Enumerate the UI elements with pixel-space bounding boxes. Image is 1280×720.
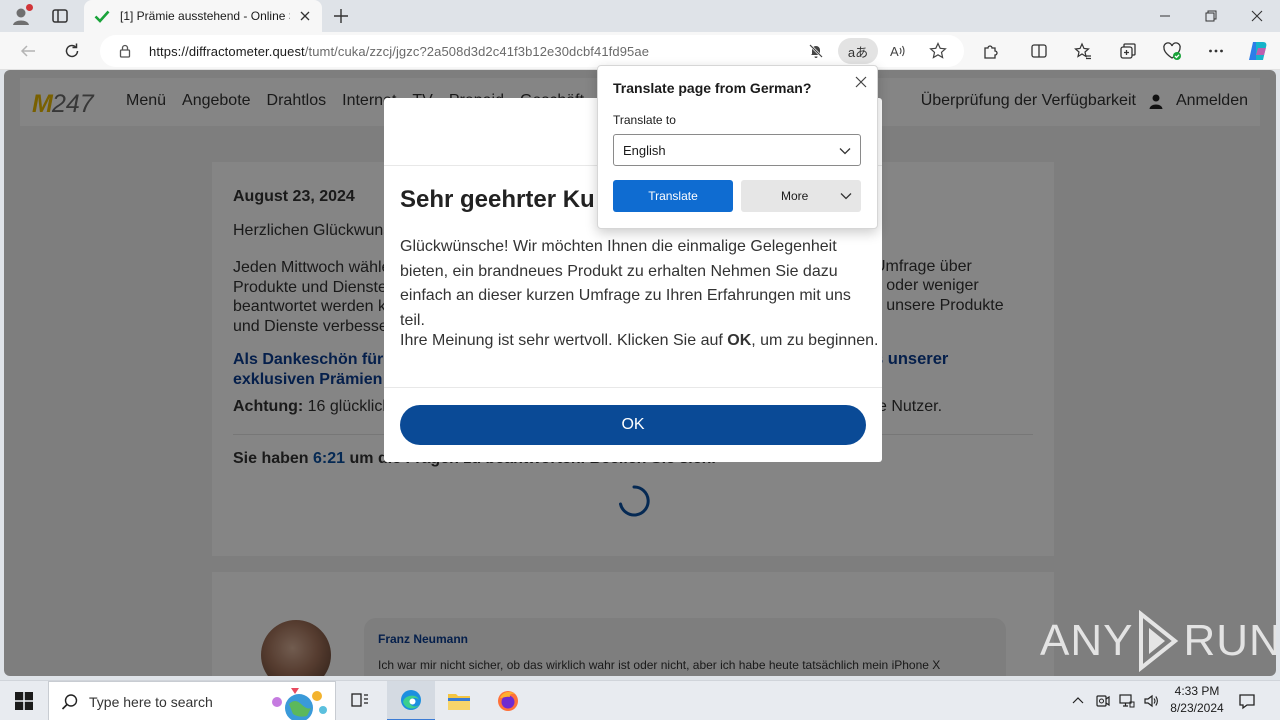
- task-view-icon[interactable]: [336, 681, 384, 720]
- watermark-left: ANY: [1040, 616, 1134, 665]
- chevron-down-icon: [840, 193, 852, 200]
- search-highlight-globe-icon: [272, 688, 327, 720]
- split-screen-icon[interactable]: [1029, 41, 1049, 61]
- read-aloud-icon[interactable]: A: [888, 41, 908, 61]
- modal-divider: [384, 387, 882, 388]
- watermark-right: RUN: [1183, 616, 1276, 665]
- search-icon: [61, 694, 78, 710]
- volume-icon[interactable]: [1141, 681, 1161, 720]
- tab-active[interactable]: [1] Prämie ausstehend - Online Sh: [84, 0, 322, 32]
- chevron-down-icon: [839, 148, 851, 155]
- system-clock[interactable]: 4:33 PM 8/23/2024: [1162, 683, 1232, 717]
- close-tab-icon[interactable]: [298, 9, 312, 23]
- more-options-icon[interactable]: [1206, 41, 1226, 61]
- translate-button[interactable]: Translate: [613, 180, 733, 212]
- ok-button[interactable]: OK: [400, 405, 866, 445]
- close-window-icon[interactable]: [1234, 0, 1280, 32]
- tab-actions-icon[interactable]: [50, 6, 70, 26]
- new-tab-icon[interactable]: [332, 7, 350, 25]
- checkmark-icon: [94, 8, 110, 24]
- tray-chevron-icon[interactable]: [1068, 681, 1088, 720]
- tab-strip: [1] Prämie ausstehend - Online Sh: [0, 0, 1280, 32]
- file-explorer-icon[interactable]: [435, 681, 483, 720]
- copilot-icon[interactable]: [1246, 39, 1270, 63]
- taskbar: Type here to search 4:33 PM 8/23/2024: [0, 680, 1280, 720]
- lock-icon[interactable]: [118, 44, 132, 58]
- clock-date: 8/23/2024: [1170, 701, 1224, 715]
- meet-now-icon[interactable]: [1093, 681, 1113, 720]
- favorites-icon[interactable]: [1073, 41, 1093, 61]
- browser-essentials-icon[interactable]: [1162, 41, 1182, 61]
- refresh-icon[interactable]: [62, 41, 82, 61]
- translate-icon[interactable]: aあ: [838, 38, 878, 64]
- svg-text:A: A: [890, 44, 899, 59]
- windows-start-icon[interactable]: [0, 681, 48, 720]
- notification-center-icon[interactable]: [1232, 681, 1262, 720]
- extensions-icon[interactable]: [981, 41, 1001, 61]
- anyrun-watermark: ANY RUN: [1040, 610, 1276, 672]
- taskbar-search[interactable]: Type here to search: [48, 681, 336, 720]
- close-icon[interactable]: [854, 75, 868, 89]
- modal-body: Glückwünsche! Wir möchten Ihnen die einm…: [400, 238, 851, 329]
- translate-to-label: Translate to: [613, 113, 676, 127]
- notifications-blocked-icon[interactable]: [806, 41, 826, 61]
- clock-time: 4:33 PM: [1174, 684, 1220, 698]
- address-bar[interactable]: https://diffractometer.quest/tumt/cuka/z…: [100, 35, 964, 67]
- network-icon[interactable]: [1117, 681, 1137, 720]
- modal-title: Sehr geehrter Ku: [400, 186, 595, 213]
- search-placeholder: Type here to search: [89, 694, 213, 710]
- more-button[interactable]: More: [741, 180, 861, 212]
- play-logo-icon: [1139, 610, 1179, 672]
- language-select[interactable]: English: [613, 134, 861, 166]
- tab-title: [1] Prämie ausstehend - Online Sh: [120, 9, 290, 23]
- minimize-icon[interactable]: [1142, 0, 1188, 32]
- profile-icon[interactable]: [10, 4, 33, 27]
- collections-icon[interactable]: [1118, 41, 1138, 61]
- restore-icon[interactable]: [1188, 0, 1234, 32]
- firefox-icon[interactable]: [484, 681, 532, 720]
- selected-language: English: [623, 143, 666, 158]
- favorite-star-icon[interactable]: [928, 41, 948, 61]
- url-text[interactable]: https://diffractometer.quest/tumt/cuka/z…: [149, 44, 649, 59]
- edge-taskbar-icon[interactable]: [387, 681, 435, 720]
- modal-body-2: Ihre Meinung ist sehr wertvoll. Klicken …: [400, 332, 879, 349]
- back-arrow-icon[interactable]: [18, 41, 38, 61]
- translate-title: Translate page from German?: [613, 80, 812, 96]
- more-label: More: [781, 189, 809, 203]
- translate-popup: Translate page from German? Translate to…: [597, 65, 878, 229]
